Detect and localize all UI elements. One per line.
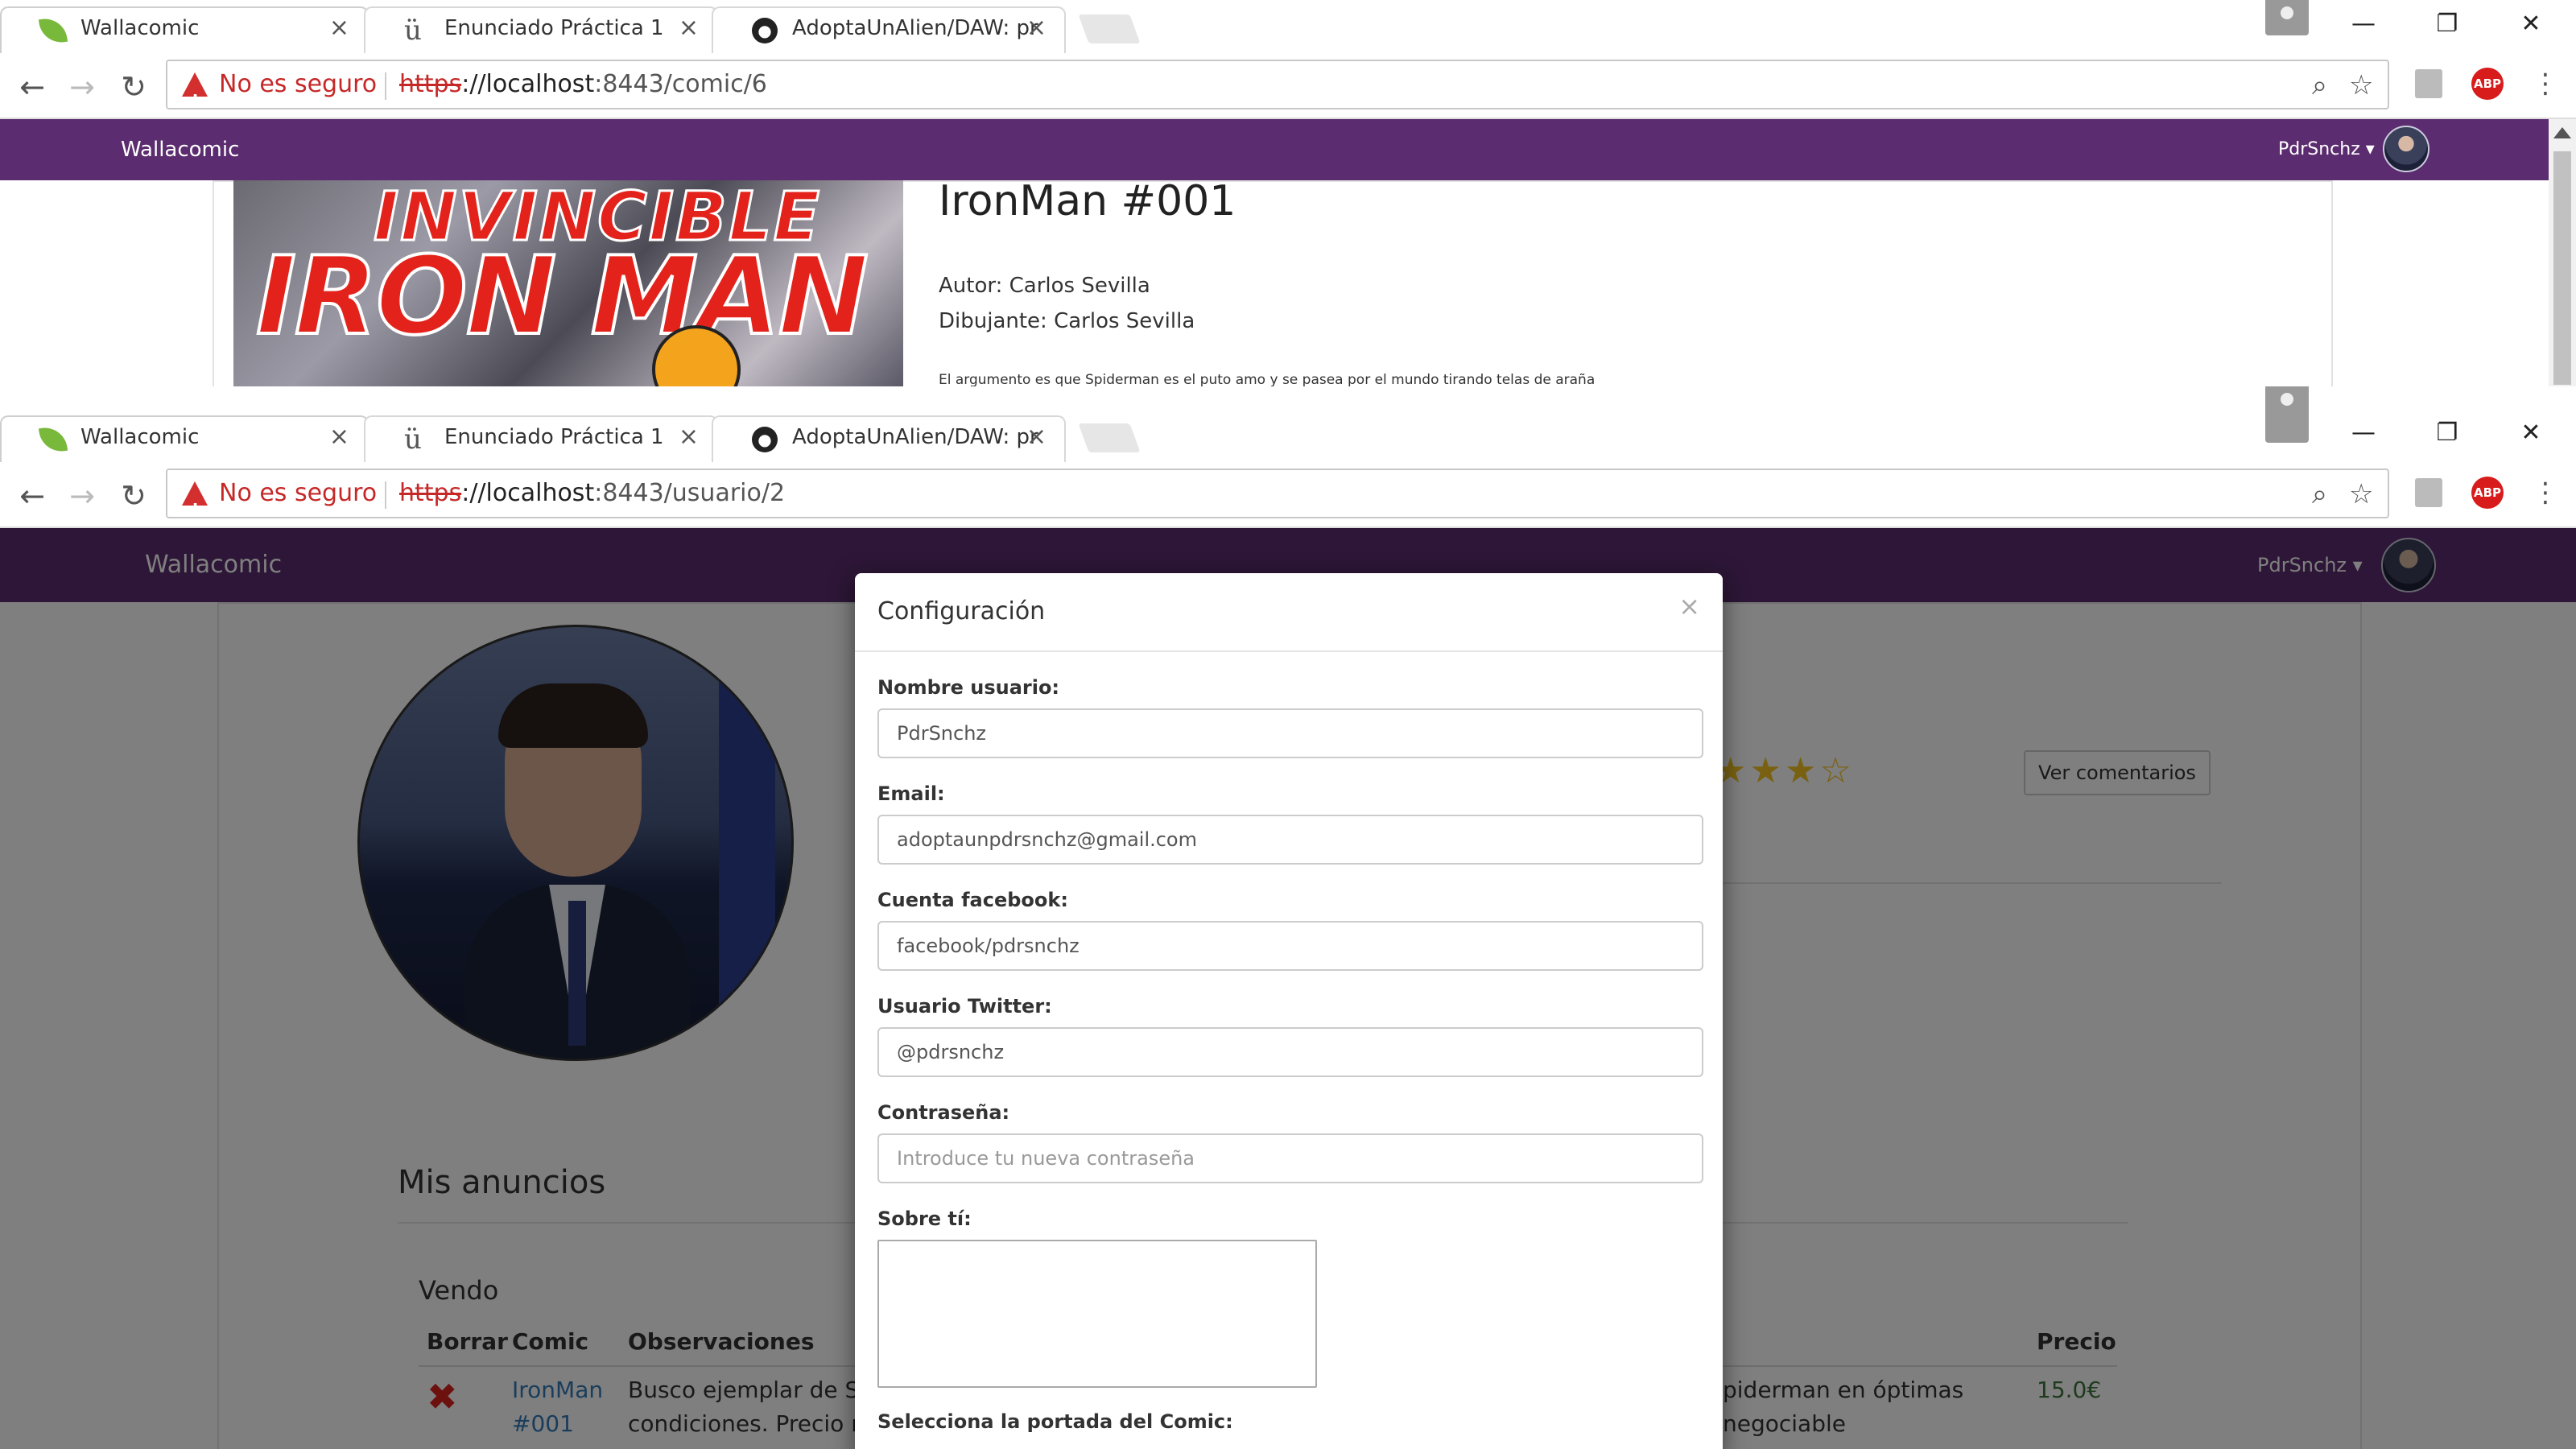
close-tab-icon[interactable]: ×	[679, 417, 699, 457]
tab-github[interactable]: ● AdoptaUnAlien/DAW: pr ×	[712, 6, 1066, 53]
minimize-icon[interactable]: —	[2323, 0, 2404, 48]
reload-icon[interactable]: ↻	[109, 472, 158, 520]
spring-leaf-icon	[38, 424, 68, 455]
email-input[interactable]: adoptaunpdrsnchz@gmail.com	[877, 815, 1703, 865]
adblock-icon[interactable]: ABP	[2471, 68, 2504, 100]
minimize-icon[interactable]: —	[2323, 409, 2404, 457]
close-window-icon[interactable]: ✕	[2491, 0, 2571, 48]
tab-label: AdoptaUnAlien/DAW: pr	[792, 16, 1038, 40]
close-tab-icon[interactable]: ×	[1026, 417, 1046, 457]
tab-wallacomic[interactable]: Wallacomic ×	[0, 6, 369, 53]
comic-description: El argumento es que Spiderman es el puto…	[939, 372, 1596, 386]
facebook-input[interactable]: facebook/pdrsnchz	[877, 921, 1703, 971]
tab-label: Wallacomic	[80, 16, 200, 40]
navbar: Wallacomic PdrSnchz ▾	[0, 119, 2576, 180]
tab-enunciado[interactable]: ü Enunciado Práctica 1 ×	[364, 6, 718, 53]
back-icon[interactable]: ←	[8, 472, 56, 520]
close-tab-icon[interactable]: ×	[1026, 8, 1046, 48]
address-bar[interactable]: No es seguro https://localhost:8443/usua…	[166, 469, 2389, 533]
zoom-icon[interactable]: ⌕	[2312, 477, 2327, 512]
github-icon: ●	[752, 18, 778, 43]
about-textarea[interactable]	[877, 1240, 1317, 1388]
reload-icon[interactable]: ↻	[109, 63, 158, 111]
divider	[385, 72, 386, 100]
restore-icon[interactable]: ❐	[2407, 409, 2487, 457]
close-tab-icon[interactable]: ×	[679, 8, 699, 48]
forward-icon[interactable]: →	[58, 472, 106, 520]
close-icon[interactable]: ×	[1678, 591, 1700, 621]
back-icon[interactable]: ←	[8, 63, 56, 111]
toolbar: ← → ↻ No es seguro https://localhost:844…	[0, 462, 2576, 533]
close-tab-icon[interactable]: ×	[329, 8, 349, 48]
settings-modal: Configuración × Nombre usuario: PdrSnchz…	[855, 573, 1723, 1449]
password-label: Contraseña:	[877, 1101, 1010, 1124]
close-tab-icon[interactable]: ×	[329, 417, 349, 457]
restore-icon[interactable]: ❐	[2407, 0, 2487, 48]
new-tab-button[interactable]	[1078, 14, 1141, 43]
profile-page: Wallacomic PdrSnchz ▾ ★★★☆ Ver comentari…	[0, 528, 2576, 1449]
divider	[855, 650, 1723, 652]
warning-icon	[182, 72, 208, 124]
browser-window-comic: Wallacomic × ü Enunciado Práctica 1 × ● …	[0, 0, 2576, 386]
tab-label: Enunciado Práctica 1	[444, 16, 664, 40]
cover-title-line2: IRON MAN	[254, 232, 870, 361]
tab-enunciado[interactable]: ü Enunciado Práctica 1 ×	[364, 415, 718, 462]
bookmark-star-icon[interactable]: ☆	[2349, 477, 2373, 512]
avatar[interactable]	[2383, 126, 2429, 172]
tab-label: AdoptaUnAlien/DAW: pr	[792, 425, 1038, 449]
twitter-label: Usuario Twitter:	[877, 995, 1052, 1018]
zoom-icon[interactable]: ⌕	[2312, 68, 2327, 103]
comic-page: Wallacomic PdrSnchz ▾ INVINCIBLE IRON MA…	[0, 119, 2576, 386]
cover-label: Selecciona la portada del Comic:	[877, 1410, 1233, 1433]
url-text: https://localhost:8443/usuario/2	[399, 479, 786, 507]
password-input[interactable]: Introduce tu nueva contraseña	[877, 1133, 1703, 1183]
menu-icon[interactable]: ⋮	[2529, 61, 2562, 106]
warning-icon	[182, 481, 208, 533]
bookmark-star-icon[interactable]: ☆	[2349, 68, 2373, 103]
username-label: Nombre usuario:	[877, 676, 1060, 699]
address-bar[interactable]: No es seguro https://localhost:8443/comi…	[166, 60, 2389, 124]
adblock-icon[interactable]: ABP	[2471, 477, 2504, 509]
toolbar: ← → ↻ No es seguro https://localhost:844…	[0, 53, 2576, 124]
github-icon: ●	[752, 427, 778, 452]
twitter-input[interactable]: @pdrsnchz	[877, 1027, 1703, 1077]
comic-author: Autor: Carlos Sevilla	[939, 274, 1150, 298]
comic-title: IronMan #001	[939, 177, 1236, 225]
scroll-thumb[interactable]	[2553, 151, 2571, 385]
menu-icon[interactable]: ⋮	[2529, 470, 2562, 515]
profile-icon[interactable]	[2265, 0, 2309, 35]
browser-window-profile: Wallacomic × ü Enunciado Práctica 1 × ● …	[0, 386, 2576, 1449]
security-label: No es seguro	[219, 70, 378, 98]
divider	[385, 481, 386, 509]
modal-title: Configuración	[877, 597, 1046, 625]
about-label: Sobre tí:	[877, 1208, 972, 1230]
url-text: https://localhost:8443/comic/6	[399, 70, 767, 98]
brand-link[interactable]: Wallacomic	[121, 119, 239, 180]
new-tab-button[interactable]	[1078, 423, 1141, 452]
tab-github[interactable]: ● AdoptaUnAlien/DAW: pr ×	[712, 415, 1066, 462]
pdf-extension-icon[interactable]	[2415, 69, 2442, 98]
tab-label: Enunciado Práctica 1	[444, 425, 664, 449]
tab-strip: Wallacomic × ü Enunciado Práctica 1 × ● …	[0, 0, 2576, 53]
pdf-extension-icon[interactable]	[2415, 478, 2442, 507]
ucm-icon: ü	[404, 14, 422, 47]
security-label: No es seguro	[219, 479, 378, 507]
comic-artist: Dibujante: Carlos Sevilla	[939, 309, 1195, 333]
username-input[interactable]: PdrSnchz	[877, 708, 1703, 758]
forward-icon[interactable]: →	[58, 63, 106, 111]
comic-cover: INVINCIBLE IRON MAN	[233, 180, 903, 386]
ucm-icon: ü	[404, 423, 422, 456]
tab-label: Wallacomic	[80, 425, 200, 449]
tab-strip: Wallacomic × ü Enunciado Práctica 1 × ● …	[0, 386, 2576, 462]
close-window-icon[interactable]: ✕	[2491, 409, 2571, 457]
facebook-label: Cuenta facebook:	[877, 889, 1068, 911]
window-overlap-strip	[0, 386, 2576, 411]
user-menu[interactable]: PdrSnchz ▾	[2278, 119, 2375, 180]
email-label: Email:	[877, 782, 945, 805]
tab-wallacomic[interactable]: Wallacomic ×	[0, 415, 369, 462]
spring-leaf-icon	[38, 15, 68, 46]
scroll-up-icon[interactable]	[2553, 127, 2571, 138]
scrollbar[interactable]	[2549, 119, 2576, 386]
